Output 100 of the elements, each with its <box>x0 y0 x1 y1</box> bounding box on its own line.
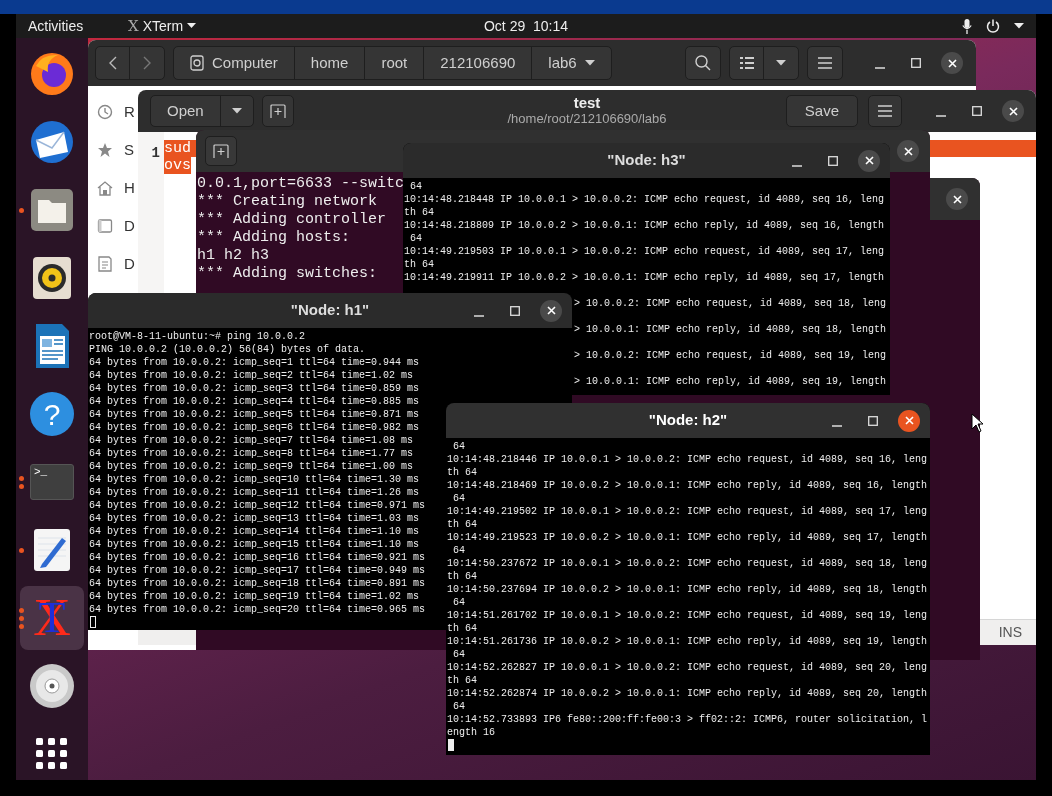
envelope-icon <box>28 118 76 166</box>
terminal-line: th 64 <box>447 570 477 583</box>
folder-icon <box>28 186 76 234</box>
terminal-icon: >_ <box>30 464 74 500</box>
close-button[interactable] <box>540 299 562 322</box>
sidebar-item[interactable]: D <box>97 215 135 237</box>
window-title: "Node: h3" <box>607 150 686 171</box>
caret-icon <box>231 108 242 114</box>
terminal-line: > 10.0.0.2: ICMP echo request, id 4089, seq 18, leng <box>573 297 886 310</box>
mouse-pointer-icon <box>971 413 985 433</box>
window-title: test <box>573 95 601 111</box>
terminal-line: *** Adding hosts: <box>197 229 351 247</box>
maximize-icon <box>972 106 982 116</box>
terminal-line: 64 <box>452 700 465 713</box>
menu-button[interactable] <box>807 46 843 80</box>
terminal-line: 64 bytes from 10.0.0.2: icmp_seq=14 ttl=64 time=1.10 ms <box>89 525 420 538</box>
terminal-line: 64 <box>409 232 422 245</box>
path-segment[interactable]: 212106690 <box>424 47 533 79</box>
power-icon <box>986 19 1000 33</box>
path-segment[interactable]: root <box>365 47 425 79</box>
terminal-line: 64 bytes from 10.0.0.2: icmp_seq=18 ttl=64 time=0.891 ms <box>89 577 426 590</box>
activities-button[interactable]: Activities <box>28 15 128 37</box>
close-button[interactable] <box>946 188 968 210</box>
save-button[interactable]: Save <box>785 95 858 127</box>
chevron-right-icon <box>143 56 151 70</box>
close-button[interactable] <box>897 140 919 162</box>
window-icon <box>97 218 113 234</box>
xterm-icon: X <box>128 14 139 38</box>
terminal-line: 64 bytes from 10.0.0.2: icmp_seq=6 ttl=64 time=0.982 ms <box>89 421 420 434</box>
terminal-line: > 10.0.0.2: ICMP echo request, id 4089, seq 19, leng <box>573 349 886 362</box>
terminal-line: h1 h2 h3 <box>197 247 269 265</box>
minimize-icon <box>832 424 842 427</box>
path-segment[interactable]: lab6 <box>532 47 611 79</box>
search-button[interactable] <box>685 46 721 80</box>
menu-icon <box>818 57 832 69</box>
window-title: "Node: h2" <box>648 410 728 431</box>
terminal-line: 64 bytes from 10.0.0.2: icmp_seq=5 ttl=64 time=0.871 ms <box>89 408 420 421</box>
terminal-line: 0.0.1,port=6633 --switc <box>197 175 405 193</box>
terminal-line: 64 bytes from 10.0.0.2: icmp_seq=7 ttl=64 time=1.08 ms <box>89 434 414 447</box>
dock-item[interactable]: >_ <box>20 450 84 514</box>
sidebar-item[interactable]: D <box>97 253 135 275</box>
minimize-icon <box>875 67 885 69</box>
minimize-icon <box>792 164 802 167</box>
terminal-line: 10:14:51.261736 IP 10.0.0.2 > 10.0.0.1: ICMP echo reply, id 4089, seq 19, length <box>447 635 928 648</box>
close-button[interactable] <box>898 409 920 432</box>
maximize-icon <box>868 415 878 426</box>
terminal-line: 10:14:49.219523 IP 10.0.0.2 > 10.0.0.1: ICMP echo reply, id 4089, seq 17, length <box>447 531 928 544</box>
terminal-line: 10:14:52.262874 IP 10.0.0.2 > 10.0.0.1: ICMP echo reply, id 4089, seq 20, length <box>447 687 928 700</box>
terminal-line: root@VM-8-11-ubuntu:~# ping 10.0.0.2 <box>89 330 306 343</box>
close-button[interactable] <box>1002 100 1024 122</box>
terminal-line: 64 bytes from 10.0.0.2: icmp_seq=15 ttl=64 time=1.10 ms <box>89 538 420 551</box>
disc-icon <box>28 662 76 710</box>
minimize-icon <box>474 314 484 317</box>
star-icon <box>97 142 113 158</box>
terminal-line: 64 bytes from 10.0.0.2: icmp_seq=8 ttl=64 time=1.77 ms <box>89 447 414 460</box>
terminal-line: 64 bytes from 10.0.0.2: icmp_seq=3 ttl=64 time=0.859 ms <box>89 382 420 395</box>
new-tab-icon <box>213 144 229 158</box>
clock-icon <box>97 104 113 120</box>
sidebar-item[interactable]: H <box>97 177 135 199</box>
app-menu[interactable]: X XTerm <box>128 14 197 38</box>
list-icon <box>739 57 754 69</box>
terminal-line: *** Adding switches: <box>197 265 378 283</box>
terminal-line: th 64 <box>447 518 477 531</box>
terminal-line: 64 bytes from 10.0.0.2: icmp_seq=4 ttl=64 time=0.885 ms <box>89 395 420 408</box>
terminal-line: 10:14:48.218448 IP 10.0.0.1 > 10.0.0.2: ICMP echo request, id 4089, seq 16, leng <box>404 193 885 206</box>
terminal-line: 64 bytes from 10.0.0.2: icmp_seq=20 ttl=64 time=0.965 ms <box>89 603 426 616</box>
terminal-line: th 64 <box>404 258 434 271</box>
terminal-line: 64 bytes from 10.0.0.2: icmp_seq=16 ttl=64 time=0.921 ms <box>89 551 426 564</box>
terminal-line: *** Adding controller <box>197 211 387 229</box>
sidebar-item[interactable]: S <box>97 139 134 161</box>
microphone-icon <box>962 18 972 34</box>
terminal-line: 64 bytes from 10.0.0.2: icmp_seq=11 ttl=64 time=1.26 ms <box>89 486 420 499</box>
terminal-line: 64 bytes from 10.0.0.2: icmp_seq=10 ttl=64 time=1.30 ms <box>89 473 420 486</box>
terminal-line: 64 <box>452 544 465 557</box>
sidebar-item[interactable]: R <box>97 101 135 123</box>
terminal-line: 64 <box>452 648 465 661</box>
terminal-line: 10:14:50.237672 IP 10.0.0.1 > 10.0.0.2: ICMP echo request, id 4089, seq 18, leng <box>447 557 928 570</box>
close-button[interactable] <box>941 52 963 74</box>
new-tab-button[interactable] <box>205 136 237 166</box>
maximize-icon <box>911 58 921 68</box>
path-segment[interactable]: Computer <box>174 47 295 79</box>
menu-button[interactable] <box>868 95 902 127</box>
terminal-line: ength 16 <box>447 726 495 739</box>
close-icon <box>903 146 913 156</box>
chevron-left-icon <box>108 56 117 70</box>
terminal-line: 10:14:51.261702 IP 10.0.0.1 > 10.0.0.2: ICMP echo request, id 4089, seq 19, leng <box>447 609 928 622</box>
terminal-line: 64 <box>452 596 465 609</box>
clock[interactable]: Oct 29 10:14 <box>483 15 569 37</box>
insert-mode-indicator: INS <box>998 623 1022 642</box>
close-button[interactable] <box>858 149 880 172</box>
close-icon <box>1008 106 1018 116</box>
terminal-line: 10:14:49.219502 IP 10.0.0.1 > 10.0.0.2: ICMP echo request, id 4089, seq 17, leng <box>447 505 928 518</box>
line-number: 1 <box>151 145 160 161</box>
path-segment[interactable]: home <box>294 47 366 79</box>
minimize-icon <box>936 115 946 117</box>
maximize-icon <box>510 305 520 316</box>
terminal-line: 10:14:52.262827 IP 10.0.0.1 > 10.0.0.2: ICMP echo request, id 4089, seq 20, leng <box>447 661 928 674</box>
window-subtitle: /home/root/212106690/lab6 <box>507 111 667 127</box>
new-tab-button[interactable] <box>261 95 294 127</box>
terminal-line: 64 bytes from 10.0.0.2: icmp_seq=2 ttl=64 time=1.02 ms <box>89 369 414 382</box>
